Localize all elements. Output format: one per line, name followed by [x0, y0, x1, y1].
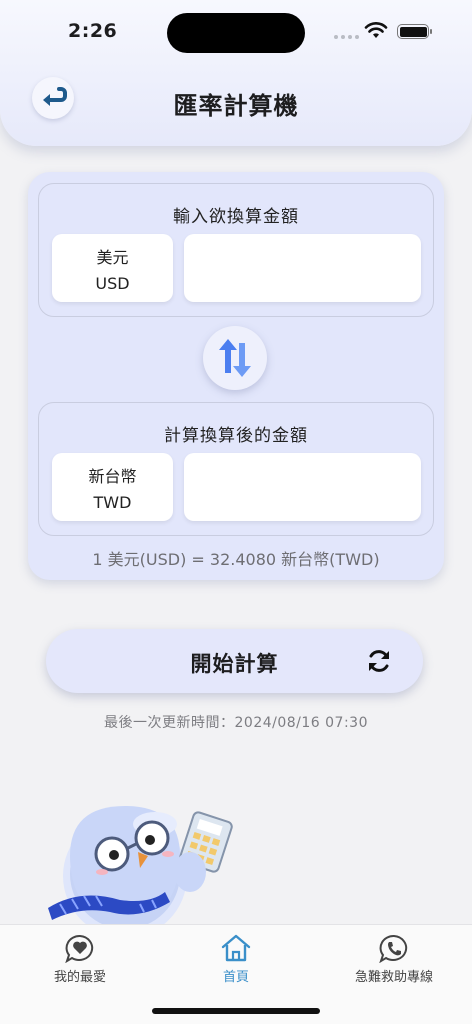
- tab-home-label: 首頁: [222, 970, 249, 985]
- tab-emergency-hotline[interactable]: 急難救助專線: [334, 933, 454, 985]
- target-currency-name: 新台幣: [88, 466, 137, 486]
- signal-icon: [334, 35, 359, 39]
- target-amount-field[interactable]: [184, 453, 421, 521]
- tab-favorites[interactable]: 我的最愛: [20, 933, 140, 985]
- source-currency-code: USD: [95, 273, 130, 293]
- wifi-icon: [364, 22, 388, 38]
- refresh-icon[interactable]: [366, 648, 392, 674]
- tab-home[interactable]: 首頁: [176, 933, 296, 985]
- status-time: 2:26: [68, 20, 118, 42]
- battery-icon: [397, 24, 432, 39]
- source-currency-selector[interactable]: 美元 USD: [52, 234, 173, 302]
- tab-emergency-hotline-label: 急難救助專線: [354, 970, 433, 985]
- target-label: 計算換算後的金額: [164, 426, 308, 446]
- heart-chat-icon: [65, 934, 94, 963]
- phone-chat-icon: [379, 934, 408, 963]
- converter-card: 輸入欲換算金額 美元 USD 計算換算後的金額 新台幣 TWD 1 美元(USD…: [28, 172, 444, 580]
- target-currency-code: TWD: [93, 492, 132, 512]
- swap-arrows-icon: [219, 339, 251, 377]
- tab-favorites-label: 我的最愛: [53, 970, 106, 985]
- target-amount-section: 計算換算後的金額 新台幣 TWD: [38, 402, 434, 536]
- mascot-illustration: [48, 806, 233, 926]
- swap-currency-button[interactable]: [203, 326, 267, 390]
- home-indicator: [152, 1008, 320, 1014]
- last-update-text: 最後一次更新時間：2024/08/16 07:30: [104, 715, 368, 731]
- source-amount-section: 輸入欲換算金額 美元 USD: [38, 183, 434, 317]
- exchange-rate-text: 1 美元(USD) = 32.4080 新台幣(TWD): [92, 550, 380, 569]
- source-amount-input[interactable]: [184, 234, 421, 302]
- status-bar: 2:26: [0, 0, 472, 60]
- start-calculation-button[interactable]: 開始計算: [46, 629, 423, 693]
- target-currency-selector[interactable]: 新台幣 TWD: [52, 453, 173, 521]
- source-currency-name: 美元: [96, 247, 129, 267]
- page-title: 匯率計算機: [173, 92, 299, 120]
- dynamic-island: [167, 13, 305, 53]
- home-icon: [221, 934, 251, 962]
- source-label: 輸入欲換算金額: [173, 207, 299, 227]
